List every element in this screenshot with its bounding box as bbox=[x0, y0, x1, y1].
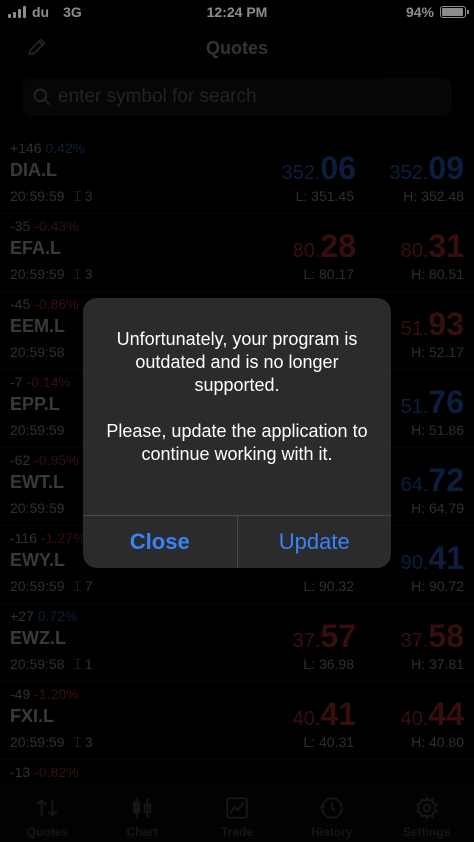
alert-message-line1: Unfortunately, your program is outdated … bbox=[116, 329, 358, 395]
alert-dialog: Unfortunately, your program is outdated … bbox=[83, 298, 391, 568]
update-button[interactable]: Update bbox=[238, 516, 392, 568]
alert-message: Unfortunately, your program is outdated … bbox=[83, 328, 391, 489]
alert-actions: Close Update bbox=[83, 515, 391, 568]
alert-message-line2: Please, update the application to contin… bbox=[106, 421, 368, 464]
close-button[interactable]: Close bbox=[83, 516, 238, 568]
